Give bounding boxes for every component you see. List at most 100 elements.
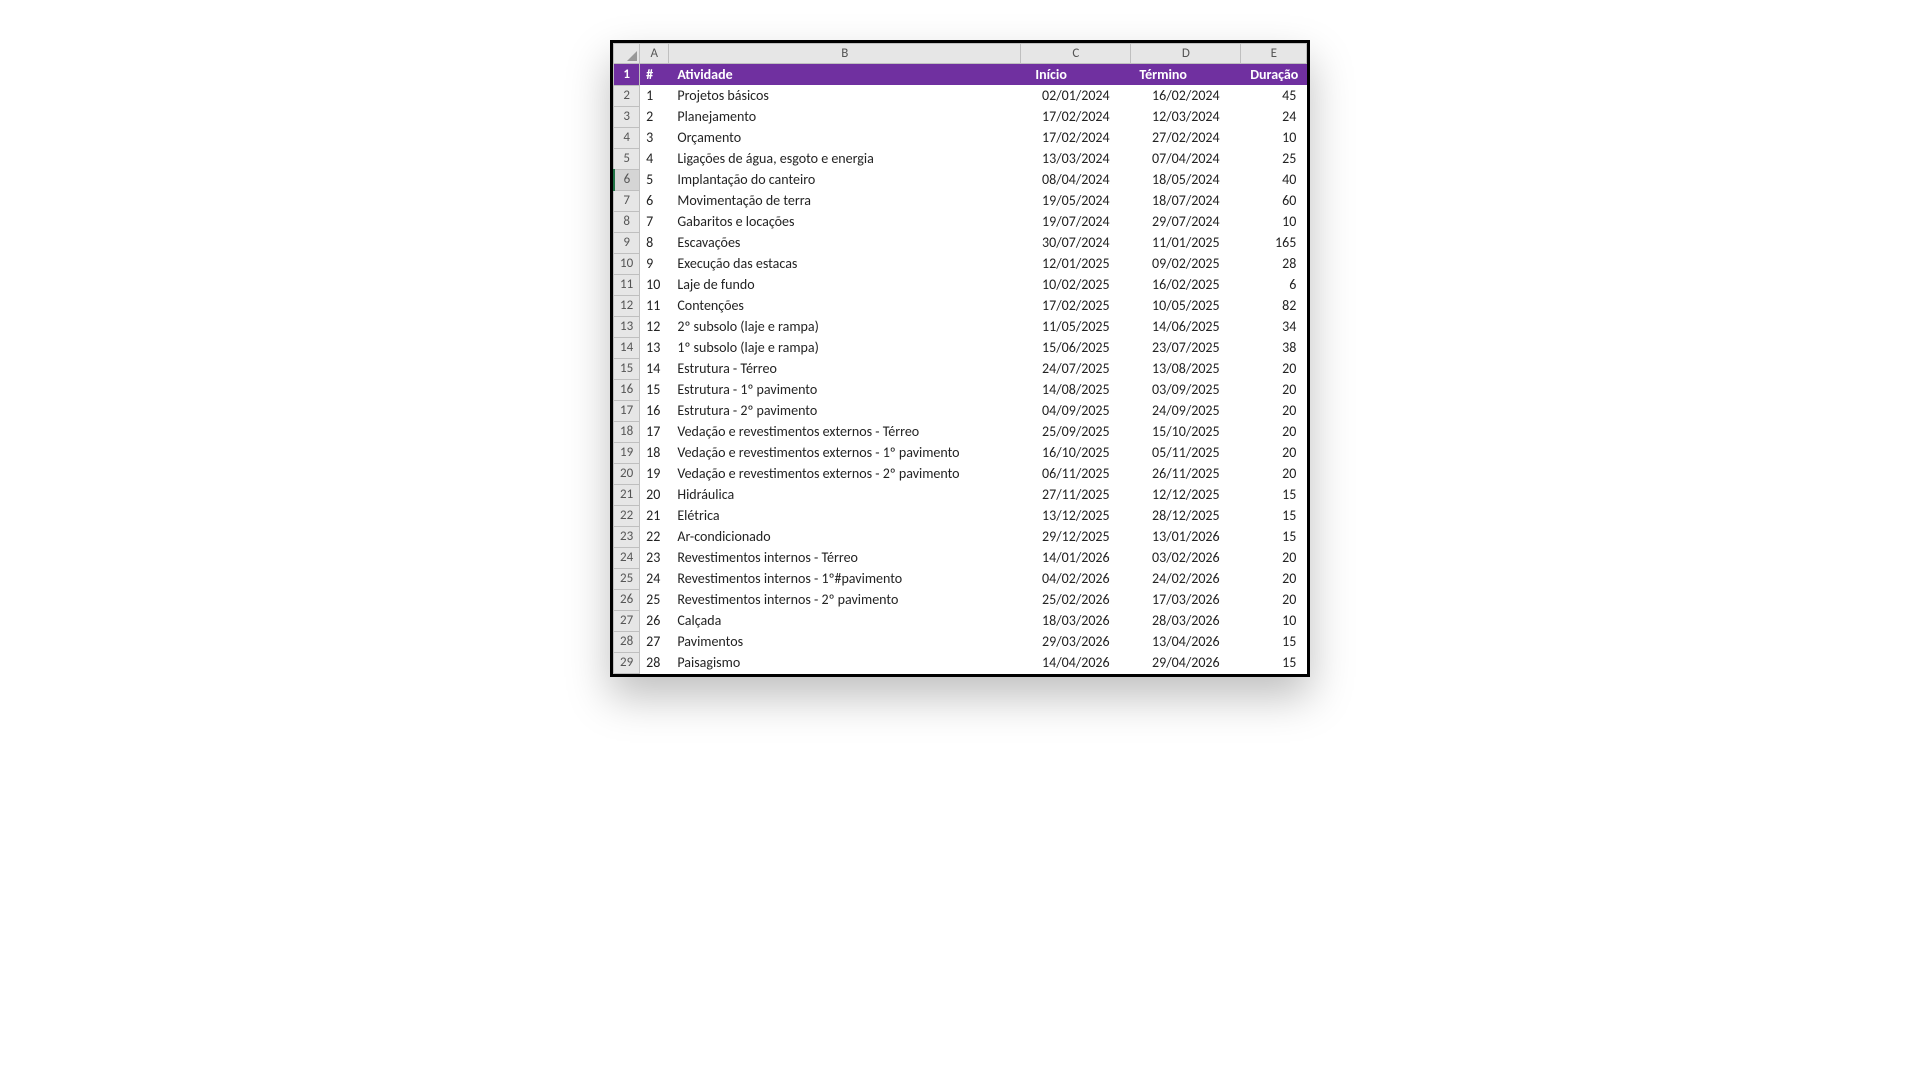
cell-E23[interactable]: 15: [1241, 526, 1307, 547]
cell-E8[interactable]: 10: [1241, 211, 1307, 232]
cell-E19[interactable]: 20: [1241, 442, 1307, 463]
cell-C8[interactable]: 19/07/2024: [1021, 211, 1131, 232]
cell-B18[interactable]: Vedação e revestimentos externos - Térre…: [669, 421, 1021, 442]
cell-B16[interactable]: Estrutura - 1º pavimento: [669, 379, 1021, 400]
cell-C28[interactable]: 29/03/2026: [1021, 631, 1131, 652]
cell-A24[interactable]: 23: [640, 547, 669, 568]
cell-B21[interactable]: Hidráulica: [669, 484, 1021, 505]
cell-A9[interactable]: 8: [640, 232, 669, 253]
cell-A7[interactable]: 6: [640, 190, 669, 211]
cell-A6[interactable]: 5: [640, 169, 669, 190]
cell-B2[interactable]: Projetos básicos: [669, 85, 1021, 106]
cell-E5[interactable]: 25: [1241, 148, 1307, 169]
cell-A16[interactable]: 15: [640, 379, 669, 400]
row-header-11[interactable]: 11: [614, 274, 640, 295]
cell-B10[interactable]: Execução das estacas: [669, 253, 1021, 274]
cell-D6[interactable]: 18/05/2024: [1131, 169, 1241, 190]
cell-E11[interactable]: 6: [1241, 274, 1307, 295]
cell-C29[interactable]: 14/04/2026: [1021, 652, 1131, 673]
cell-C5[interactable]: 13/03/2024: [1021, 148, 1131, 169]
row-header-7[interactable]: 7: [614, 190, 640, 211]
cell-A19[interactable]: 18: [640, 442, 669, 463]
cell-A11[interactable]: 10: [640, 274, 669, 295]
cell-E17[interactable]: 20: [1241, 400, 1307, 421]
cell-E15[interactable]: 20: [1241, 358, 1307, 379]
row-header-12[interactable]: 12: [614, 295, 640, 316]
cell-E26[interactable]: 20: [1241, 589, 1307, 610]
cell-C2[interactable]: 02/01/2024: [1021, 85, 1131, 106]
cell-D18[interactable]: 15/10/2025: [1131, 421, 1241, 442]
column-header-D[interactable]: D: [1131, 44, 1241, 64]
cell-C11[interactable]: 10/02/2025: [1021, 274, 1131, 295]
row-header-19[interactable]: 19: [614, 442, 640, 463]
cell-B28[interactable]: Pavimentos: [669, 631, 1021, 652]
cell-D3[interactable]: 12/03/2024: [1131, 106, 1241, 127]
cell-B22[interactable]: Elétrica: [669, 505, 1021, 526]
cell-A23[interactable]: 22: [640, 526, 669, 547]
cell-C3[interactable]: 17/02/2024: [1021, 106, 1131, 127]
cell-A3[interactable]: 2: [640, 106, 669, 127]
cell-A18[interactable]: 17: [640, 421, 669, 442]
cell-A15[interactable]: 14: [640, 358, 669, 379]
cell-D22[interactable]: 28/12/2025: [1131, 505, 1241, 526]
row-header-5[interactable]: 5: [614, 148, 640, 169]
cell-C12[interactable]: 17/02/2025: [1021, 295, 1131, 316]
cell-D13[interactable]: 14/06/2025: [1131, 316, 1241, 337]
cell-E20[interactable]: 20: [1241, 463, 1307, 484]
cell-D8[interactable]: 29/07/2024: [1131, 211, 1241, 232]
cell-B13[interactable]: 2º subsolo (laje e rampa): [669, 316, 1021, 337]
row-header-9[interactable]: 9: [614, 232, 640, 253]
row-header-26[interactable]: 26: [614, 589, 640, 610]
cell-C19[interactable]: 16/10/2025: [1021, 442, 1131, 463]
cell-A17[interactable]: 16: [640, 400, 669, 421]
cell-A12[interactable]: 11: [640, 295, 669, 316]
cell-A13[interactable]: 12: [640, 316, 669, 337]
cell-E7[interactable]: 60: [1241, 190, 1307, 211]
cell-C10[interactable]: 12/01/2025: [1021, 253, 1131, 274]
cell-A14[interactable]: 13: [640, 337, 669, 358]
row-header-18[interactable]: 18: [614, 421, 640, 442]
cell-D15[interactable]: 13/08/2025: [1131, 358, 1241, 379]
cell-A22[interactable]: 21: [640, 505, 669, 526]
cell-C26[interactable]: 25/02/2026: [1021, 589, 1131, 610]
row-header-4[interactable]: 4: [614, 127, 640, 148]
cell-A5[interactable]: 4: [640, 148, 669, 169]
row-header-16[interactable]: 16: [614, 379, 640, 400]
cell-C14[interactable]: 15/06/2025: [1021, 337, 1131, 358]
cell-D11[interactable]: 16/02/2025: [1131, 274, 1241, 295]
cell-B1[interactable]: Atividade: [669, 64, 1021, 86]
cell-B27[interactable]: Calçada: [669, 610, 1021, 631]
cell-C16[interactable]: 14/08/2025: [1021, 379, 1131, 400]
cell-A8[interactable]: 7: [640, 211, 669, 232]
cell-A29[interactable]: 28: [640, 652, 669, 673]
cell-C24[interactable]: 14/01/2026: [1021, 547, 1131, 568]
cell-B6[interactable]: Implantação do canteiro: [669, 169, 1021, 190]
cell-E18[interactable]: 20: [1241, 421, 1307, 442]
row-header-14[interactable]: 14: [614, 337, 640, 358]
cell-A27[interactable]: 26: [640, 610, 669, 631]
row-header-28[interactable]: 28: [614, 631, 640, 652]
row-header-17[interactable]: 17: [614, 400, 640, 421]
cell-B26[interactable]: Revestimentos internos - 2º pavimento: [669, 589, 1021, 610]
cell-A4[interactable]: 3: [640, 127, 669, 148]
cell-C21[interactable]: 27/11/2025: [1021, 484, 1131, 505]
cell-D2[interactable]: 16/02/2024: [1131, 85, 1241, 106]
cell-A20[interactable]: 19: [640, 463, 669, 484]
cell-C6[interactable]: 08/04/2024: [1021, 169, 1131, 190]
cell-A1[interactable]: #: [640, 64, 669, 86]
cell-D1[interactable]: Término: [1131, 64, 1241, 86]
cell-D24[interactable]: 03/02/2026: [1131, 547, 1241, 568]
cell-B15[interactable]: Estrutura - Térreo: [669, 358, 1021, 379]
cell-D17[interactable]: 24/09/2025: [1131, 400, 1241, 421]
cell-E24[interactable]: 20: [1241, 547, 1307, 568]
row-header-10[interactable]: 10: [614, 253, 640, 274]
cell-C20[interactable]: 06/11/2025: [1021, 463, 1131, 484]
cell-D5[interactable]: 07/04/2024: [1131, 148, 1241, 169]
cell-E27[interactable]: 10: [1241, 610, 1307, 631]
cell-C7[interactable]: 19/05/2024: [1021, 190, 1131, 211]
cell-D19[interactable]: 05/11/2025: [1131, 442, 1241, 463]
row-header-24[interactable]: 24: [614, 547, 640, 568]
cell-A21[interactable]: 20: [640, 484, 669, 505]
cell-B17[interactable]: Estrutura - 2º pavimento: [669, 400, 1021, 421]
cell-E6[interactable]: 40: [1241, 169, 1307, 190]
